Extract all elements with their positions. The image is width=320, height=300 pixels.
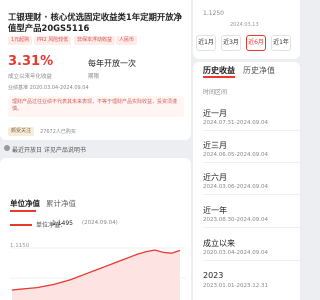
risk-notice-text: 理财产品过往业绩不代表其未来表现，不等于理财产品实际收益，投资须谨慎。 xyxy=(12,99,178,112)
info-icon xyxy=(4,145,10,151)
tab-history-nav[interactable]: 历史净值 xyxy=(243,65,275,76)
history-row-range: 2020.03.04-2024.09.04 xyxy=(203,250,268,256)
chart-axis-date: 2024.03.13 xyxy=(230,22,259,28)
tag-min-purchase: 1元起购 xyxy=(8,36,33,45)
period-btn-6m[interactable]: 近6月 xyxy=(246,35,266,51)
nav-line-chart[interactable] xyxy=(10,238,186,300)
tag-income-type: 非保本浮动收益 xyxy=(74,36,116,45)
history-row-label: 近三月 xyxy=(203,141,227,150)
history-row-label: 近一月 xyxy=(203,109,227,118)
legend-value: 1.1495 xyxy=(52,220,73,227)
history-row-range: 2024.06.05-2024.09.04 xyxy=(203,152,268,158)
tag-risk-level: PR2 风险较低 xyxy=(34,36,72,45)
info-bar-text[interactable]: 最近开放日 详见产品说明书 xyxy=(12,145,86,154)
history-row-label: 近六月 xyxy=(203,173,227,182)
period-btn-1m[interactable]: 近1月 xyxy=(196,35,216,51)
tag-currency: 人民币 xyxy=(116,36,138,45)
active-tab-underline xyxy=(10,210,36,212)
history-row-range: 2024.03.06-2024.09.04 xyxy=(203,184,268,190)
history-row-label: 近一年 xyxy=(203,206,227,215)
product-title: 工银理财 · 核心优选固定收益类1年定期开放净值型产品20GS5116 xyxy=(8,12,182,33)
buyer-count: 27672人已购买 xyxy=(40,129,76,135)
tab-history-yield[interactable]: 历史收益 xyxy=(203,65,235,76)
row-divider xyxy=(203,260,300,261)
history-row-range: 2023.01.01-2023.12.31 xyxy=(203,283,268,289)
open-period-label: 期限 xyxy=(88,74,100,80)
annual-yield-label: 成立以来年化收益 xyxy=(8,74,53,80)
annual-yield: 3.31% xyxy=(8,54,54,69)
row-divider xyxy=(203,227,300,228)
tab-unit-nav[interactable]: 单位净值 xyxy=(10,198,40,209)
chart-axis-value: 1.1250 xyxy=(203,10,224,17)
history-row-range: 2024.07.31-2024.09.04 xyxy=(203,120,268,126)
row-divider xyxy=(203,194,300,195)
history-row-range: 2023.08.30-2024.09.04 xyxy=(203,217,268,223)
legend-date: (2024.09.04) xyxy=(82,220,118,226)
period-btn-3m[interactable]: 近3月 xyxy=(221,35,241,51)
time-range-header: 时间区间 xyxy=(203,89,228,96)
history-row-label: 2023 xyxy=(203,271,224,280)
chart-area-fill xyxy=(12,250,180,300)
benchmark-date: 业绩基准 2020.03.04-2024.09.04 xyxy=(8,85,89,91)
legend-line-swatch xyxy=(10,224,32,226)
row-divider xyxy=(203,130,300,131)
history-row-label: 成立以来 xyxy=(203,239,235,248)
active-tab-underline xyxy=(203,76,235,78)
open-period: 每年开放一次 xyxy=(88,59,136,68)
popular-badge: 颇受关注 xyxy=(8,127,35,136)
row-divider xyxy=(203,162,300,163)
tab-accumulated-nav[interactable]: 累计净值 xyxy=(46,198,76,209)
period-btn-1y[interactable]: 近1年 xyxy=(271,35,291,51)
risk-notice: 理财产品过往业绩不代表其未来表现，不等于理财产品实际收益，投资须谨慎。 xyxy=(8,96,184,117)
